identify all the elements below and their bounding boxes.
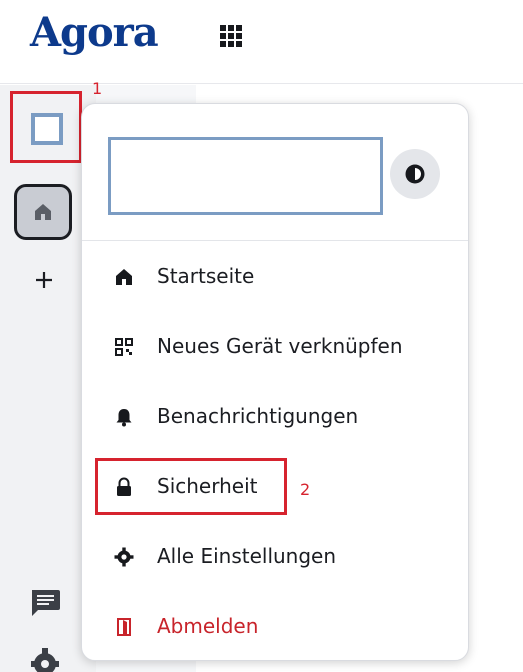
menu-item-link-device[interactable]: Neues Gerät verknüpfen [82, 322, 468, 372]
bell-icon [116, 409, 132, 427]
theme-toggle-button[interactable] [390, 149, 440, 199]
plus-icon[interactable] [32, 268, 56, 292]
menu-item-home[interactable]: Startseite [82, 252, 468, 302]
sign-out-icon [117, 618, 131, 636]
top-bar: Agora [0, 0, 523, 84]
annotation-label-1: 1 [92, 79, 103, 98]
gear-icon [114, 547, 134, 567]
menu-item-label: Neues Gerät verknüpfen [157, 334, 403, 358]
home-icon [35, 204, 51, 220]
apps-grid-icon[interactable] [220, 25, 244, 47]
menu-item-label: Benachrichtigungen [157, 404, 359, 428]
qr-code-icon [115, 338, 133, 356]
user-name-placeholder [108, 137, 383, 215]
menu-item-sign-out[interactable]: Abmelden [82, 602, 468, 652]
theme-toggle-icon [405, 164, 425, 184]
menu-item-notifications[interactable]: Benachrichtigungen [82, 392, 468, 442]
menu-item-label: Alle Einstellungen [157, 544, 337, 568]
menu-item-label: Abmelden [157, 614, 259, 638]
menu-item-all-settings[interactable]: Alle Einstellungen [82, 532, 468, 582]
home-icon [116, 269, 132, 285]
user-menu: Startseite Neues Gerät verknüpfen Benach… [81, 103, 469, 661]
gear-icon[interactable] [29, 648, 61, 672]
menu-item-label: Startseite [157, 264, 255, 288]
menu-divider [82, 240, 468, 241]
home-space-button[interactable] [14, 184, 72, 240]
annotation-box-2 [95, 458, 287, 515]
annotation-label-2: 2 [300, 480, 311, 499]
annotation-box-1 [10, 91, 82, 163]
app-logo[interactable]: Agora [30, 9, 159, 56]
chat-icon[interactable] [29, 588, 61, 618]
